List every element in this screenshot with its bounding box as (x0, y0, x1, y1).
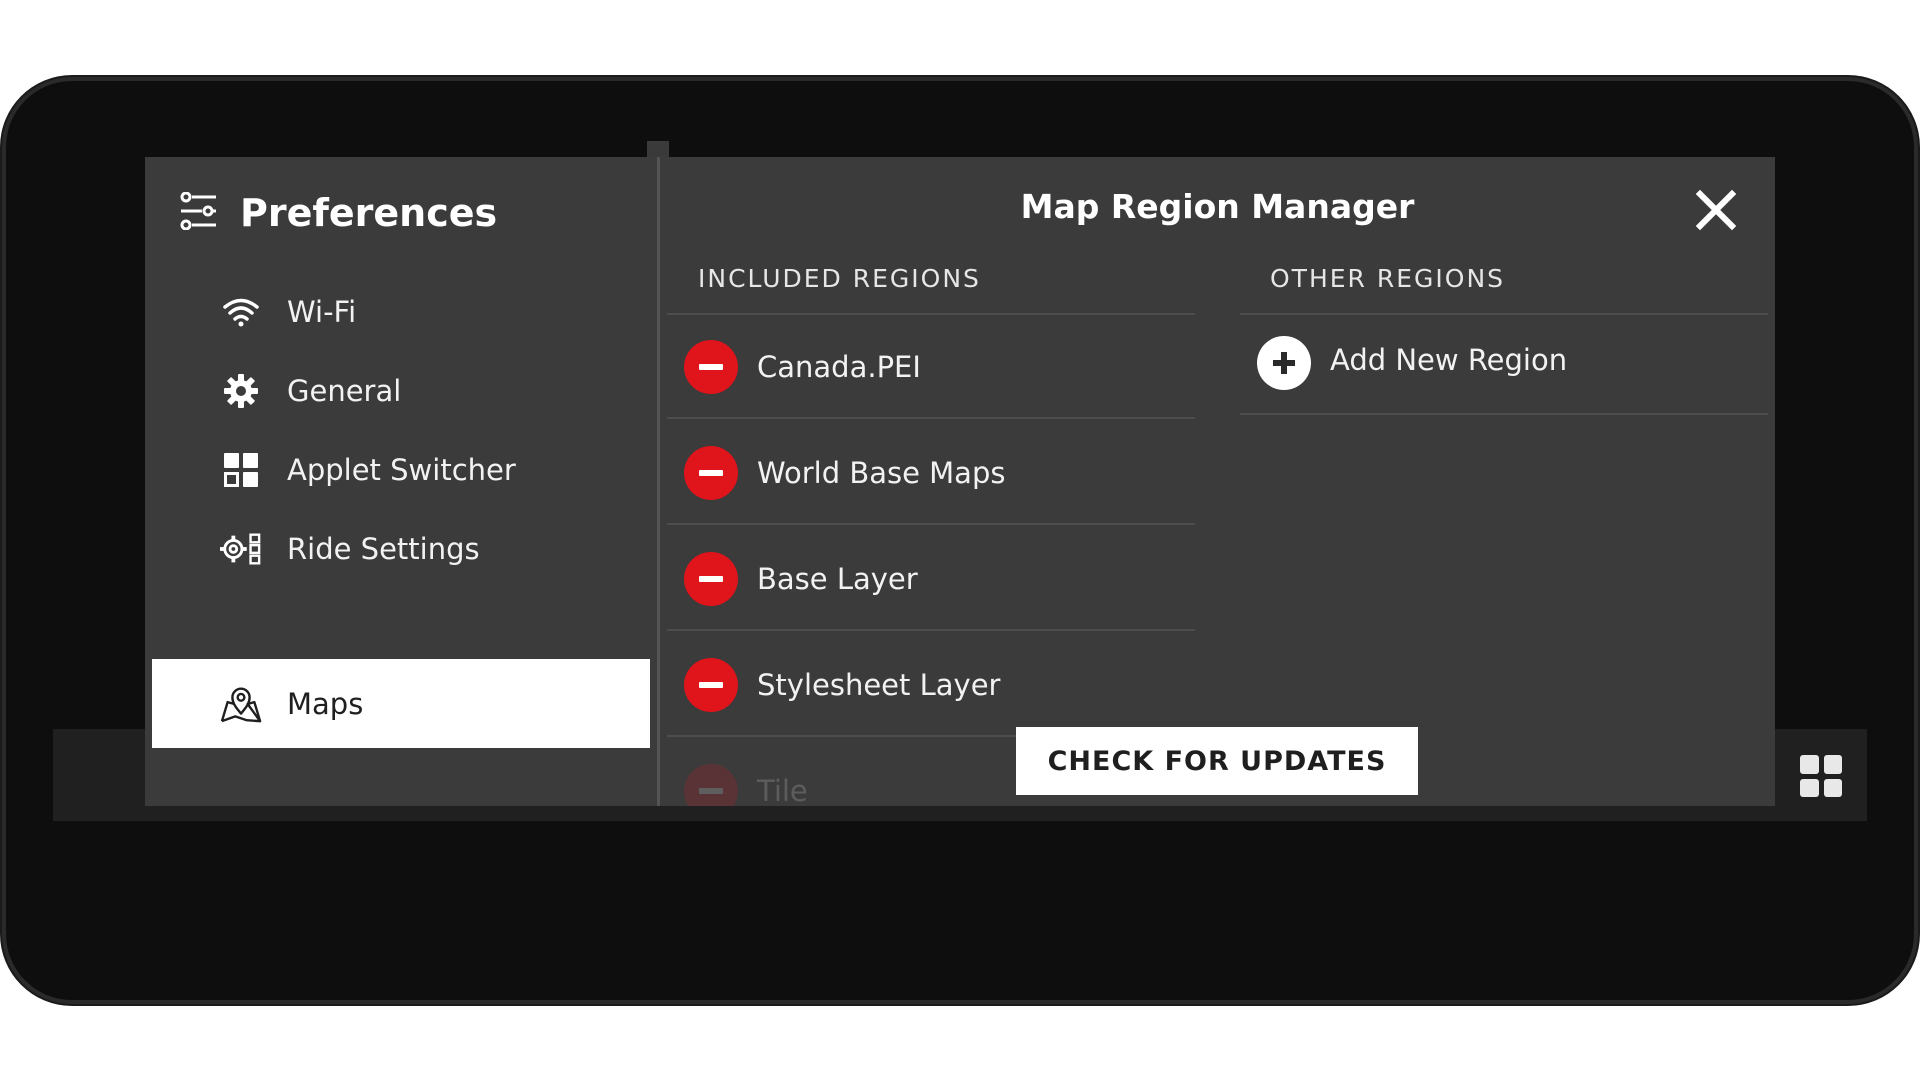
top-handle (647, 141, 669, 157)
check-for-updates-button[interactable]: CHECK FOR UPDATES (1016, 727, 1418, 795)
sidebar-item-label: General (287, 373, 402, 408)
sidebar-item-wifi[interactable]: Wi-Fi (152, 267, 650, 356)
region-name: Stylesheet Layer (757, 668, 1001, 702)
included-regions-header: INCLUDED REGIONS (698, 264, 981, 293)
list-item: Canada.PEI (667, 315, 1195, 419)
preferences-modal: Preferences Wi-Fi General Applet Switche… (145, 157, 1775, 806)
add-new-region-link[interactable]: Add New Region (1330, 343, 1567, 377)
sidebar-item-maps[interactable]: Maps (152, 659, 650, 748)
other-regions-header: OTHER REGIONS (1270, 264, 1506, 293)
sidebar-item-ride-settings[interactable]: Ride Settings (152, 504, 650, 593)
add-region-row: Add New Region (1240, 311, 1768, 415)
app-grid-icon[interactable] (1800, 755, 1842, 797)
list-item: World Base Maps (667, 421, 1195, 525)
page-title: Map Region Manager (1020, 187, 1415, 226)
sidebar: Preferences Wi-Fi General Applet Switche… (145, 157, 657, 806)
region-name: World Base Maps (757, 456, 1006, 490)
applet-grid-icon (220, 449, 262, 491)
map-region-manager: Map Region Manager INCLUDED REGIONS OTHE… (660, 157, 1775, 806)
list-item: Base Layer (667, 527, 1195, 631)
sidebar-item-general[interactable]: General (152, 346, 650, 435)
remove-region-button[interactable] (684, 446, 738, 500)
sidebar-item-label: Wi-Fi (287, 294, 357, 329)
ride-settings-icon (220, 528, 262, 570)
add-icon[interactable] (1257, 336, 1311, 390)
remove-region-button[interactable] (684, 658, 738, 712)
region-name: Canada.PEI (757, 350, 921, 384)
remove-region-button[interactable] (684, 340, 738, 394)
sidebar-item-label: Applet Switcher (287, 452, 516, 487)
gear-icon (220, 370, 262, 412)
remove-region-button[interactable] (684, 552, 738, 606)
close-icon[interactable] (1693, 187, 1739, 233)
region-name: Base Layer (757, 562, 918, 596)
sidebar-item-label: Ride Settings (287, 531, 480, 566)
preferences-title: Preferences (240, 191, 498, 235)
map-pin-icon (220, 683, 262, 725)
preferences-header: Preferences (178, 185, 497, 241)
sidebar-item-label: Maps (287, 686, 364, 721)
wifi-icon (220, 291, 262, 333)
preferences-sliders-icon (178, 191, 218, 234)
list-item: Stylesheet Layer (667, 633, 1195, 737)
sidebar-item-applet-switcher[interactable]: Applet Switcher (152, 425, 650, 514)
region-name: Tile (757, 774, 808, 806)
remove-region-button[interactable] (684, 764, 738, 806)
